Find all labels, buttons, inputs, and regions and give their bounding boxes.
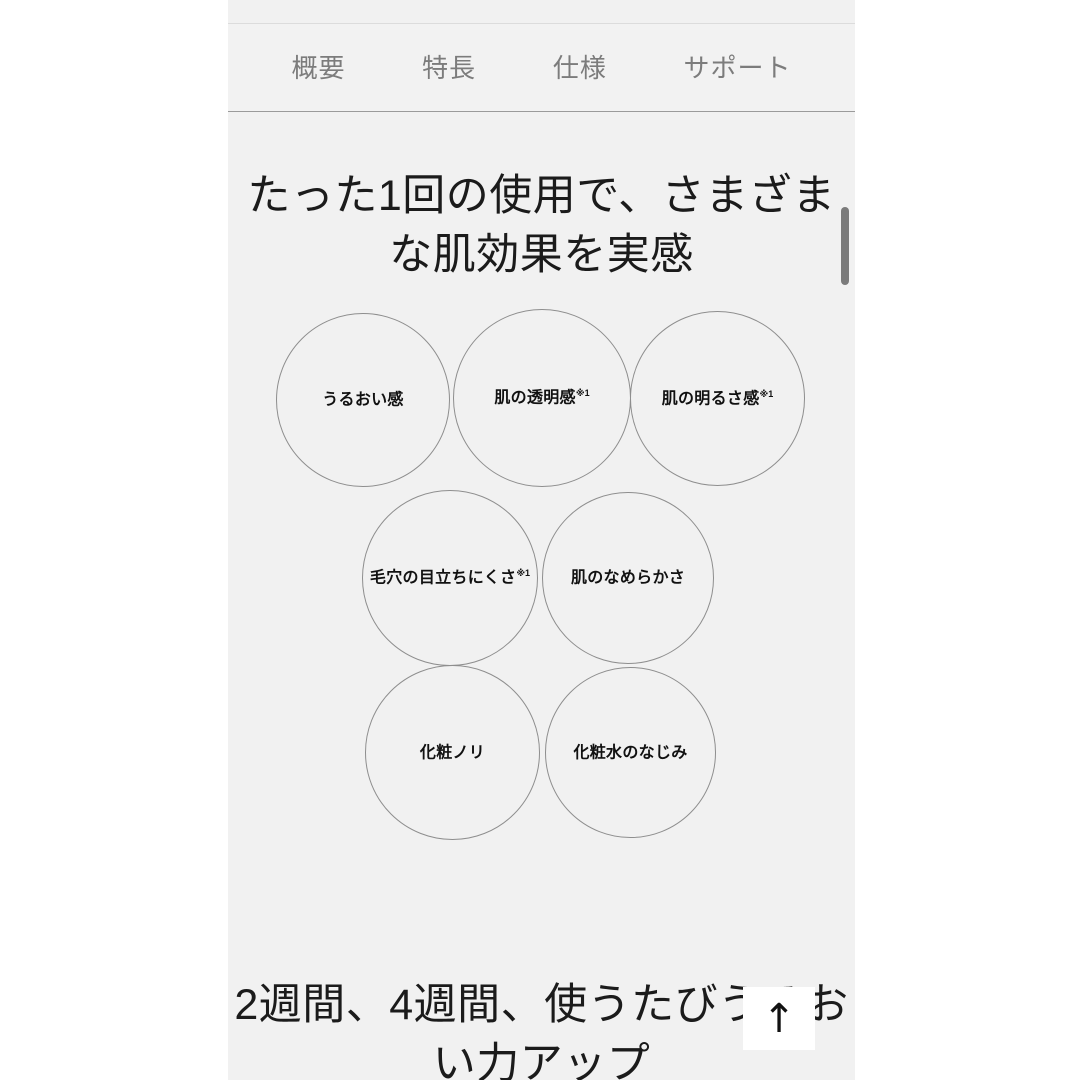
scroll-to-top-button[interactable]: ↑ [743, 987, 815, 1050]
benefit-circle: 肌の明るさ感※1 [630, 311, 805, 486]
benefit-circle-label: 肌のなめらかさ [571, 569, 685, 586]
benefit-circle: 肌のなめらかさ [542, 492, 714, 664]
benefit-circle-text: 化粧ノリ [419, 744, 486, 762]
benefit-circle-text: 肌の明るさ感 [661, 390, 760, 408]
benefit-circle: 化粧水のなじみ [545, 667, 716, 838]
benefit-circle-label: 毛穴の目立ちにくさ※1 [370, 569, 530, 586]
benefit-circle-label: 肌の透明感※1 [494, 389, 589, 406]
benefit-circle-cluster: うるおい感 肌の透明感※1 肌の明るさ感※1 毛穴の目立ちにくさ※1 肌のなめら… [228, 0, 855, 1080]
benefit-circle-text: 肌のなめらかさ [570, 569, 686, 587]
footnote-marker: ※1 [575, 388, 590, 399]
screen: 概要 特長 仕様 サポート たった1回の使用で、さまざまな肌効果を実感 うるおい… [0, 0, 1080, 1080]
benefit-circle-label: 化粧水のなじみ [573, 744, 687, 761]
benefit-circle-label: 肌の明るさ感※1 [661, 388, 774, 408]
benefit-circle-text: 化粧水のなじみ [573, 744, 688, 762]
page-viewport: 概要 特長 仕様 サポート たった1回の使用で、さまざまな肌効果を実感 うるおい… [228, 0, 855, 1080]
scrollbar-thumb[interactable] [841, 207, 849, 285]
benefit-circle: 肌の透明感※1 [453, 309, 631, 487]
vertical-scrollbar[interactable] [839, 113, 852, 1080]
benefit-circle-text: 肌の透明感 [494, 389, 576, 407]
arrow-up-icon: ↑ [762, 995, 796, 1042]
benefit-circle-label: うるおい感 [322, 391, 404, 408]
footnote-marker: ※1 [516, 568, 531, 579]
benefit-circle-text: うるおい感 [322, 391, 404, 409]
benefit-circle: 毛穴の目立ちにくさ※1 [362, 490, 538, 666]
benefit-circle: 化粧ノリ [365, 665, 540, 840]
benefit-circle-text: 毛穴の目立ちにくさ [369, 569, 517, 587]
benefit-circle-label: 化粧ノリ [420, 744, 485, 761]
benefit-circle: うるおい感 [276, 313, 450, 487]
footnote-marker: ※1 [759, 388, 774, 399]
